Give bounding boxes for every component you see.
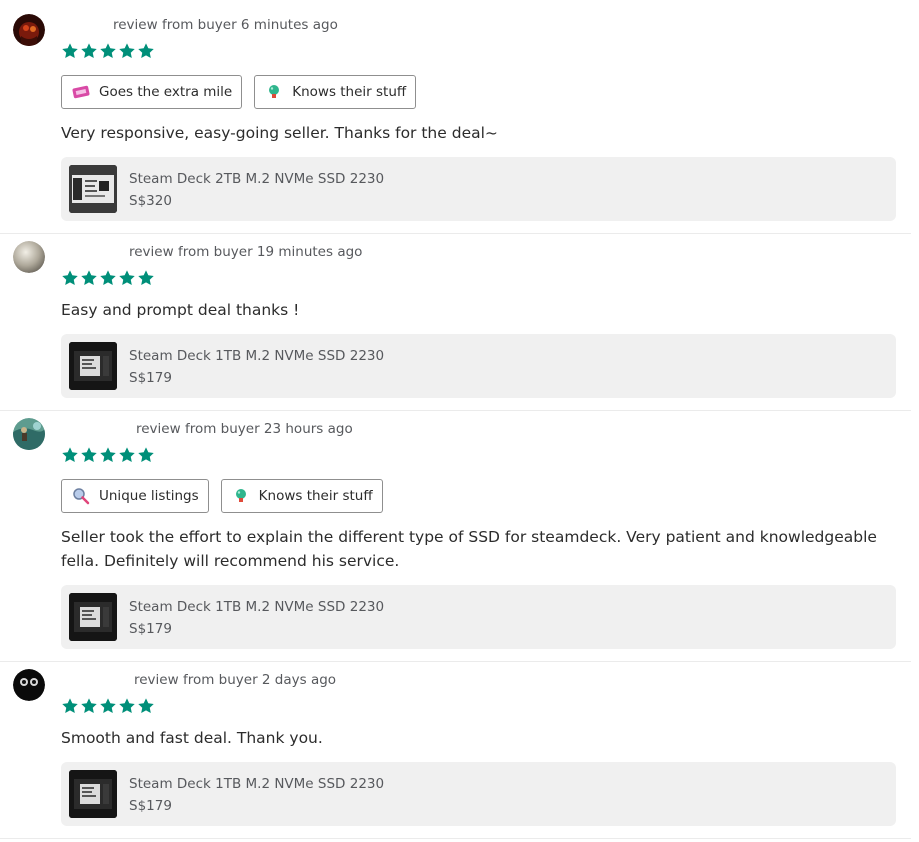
- star-icon: [137, 42, 155, 60]
- listing-title: Steam Deck 1TB M.2 NVMe SSD 2230: [129, 599, 385, 615]
- star-rating: [61, 42, 155, 60]
- star-rating: [61, 446, 155, 464]
- listing-price: S$179: [129, 621, 172, 637]
- star-icon: [80, 42, 98, 60]
- star-icon: [61, 446, 79, 464]
- review-comment: Seller took the effort to explain the di…: [61, 528, 877, 570]
- star-icon: [80, 697, 98, 715]
- magnifier-icon: [71, 486, 91, 506]
- star-icon: [61, 269, 79, 287]
- star-icon: [99, 446, 117, 464]
- listing-card[interactable]: Steam Deck 1TB M.2 NVMe SSD 2230 S$179: [61, 585, 896, 649]
- review-item: review from buyer 19 minutes ago Easy an…: [0, 241, 911, 411]
- tag-label: Knows their stuff: [258, 488, 373, 504]
- avatar[interactable]: [13, 669, 45, 701]
- star-icon: [118, 446, 136, 464]
- review-comment: Smooth and fast deal. Thank you.: [61, 729, 323, 747]
- star-rating: [61, 697, 155, 715]
- lightbulb-icon: [231, 486, 251, 506]
- listing-thumbnail: [69, 770, 117, 818]
- tag-label: Unique listings: [99, 488, 199, 504]
- review-tags: Goes the extra mile Knows their stuff: [61, 75, 417, 109]
- star-icon: [61, 697, 79, 715]
- avatar[interactable]: [13, 418, 45, 450]
- listing-title: Steam Deck 1TB M.2 NVMe SSD 2230: [129, 776, 385, 792]
- star-icon: [99, 42, 117, 60]
- review-item: review from buyer 6 minutes ago Goes the…: [0, 14, 911, 234]
- listing-title: Steam Deck 1TB M.2 NVMe SSD 2230: [129, 348, 385, 364]
- star-icon: [137, 446, 155, 464]
- star-icon: [118, 697, 136, 715]
- listing-thumbnail: [69, 165, 117, 213]
- review-header: review from buyer 23 hours ago: [136, 421, 353, 437]
- listing-thumbnail: [69, 593, 117, 641]
- tag-knows-their-stuff: Knows their stuff: [220, 479, 383, 513]
- review-tags: Unique listings Knows their stuff: [61, 479, 383, 513]
- review-comment: Easy and prompt deal thanks !: [61, 301, 300, 319]
- tag-goes-extra-mile: Goes the extra mile: [61, 75, 243, 109]
- tag-unique-listings: Unique listings: [61, 479, 209, 513]
- review-header: review from buyer 19 minutes ago: [129, 244, 363, 260]
- listing-thumbnail: [69, 342, 117, 390]
- star-icon: [137, 269, 155, 287]
- avatar[interactable]: [13, 14, 45, 46]
- review-comment: Very responsive, easy-going seller. Than…: [61, 124, 498, 142]
- star-icon: [61, 42, 79, 60]
- listing-card[interactable]: Steam Deck 2TB M.2 NVMe SSD 2230 S$320: [61, 157, 896, 221]
- star-icon: [137, 697, 155, 715]
- tag-knows-their-stuff: Knows their stuff: [254, 75, 417, 109]
- review-item: review from buyer 23 hours ago Unique li…: [0, 418, 911, 662]
- tag-label: Knows their stuff: [292, 84, 407, 100]
- avatar[interactable]: [13, 241, 45, 273]
- listing-price: S$179: [129, 798, 172, 814]
- listing-price: S$179: [129, 370, 172, 386]
- star-icon: [80, 269, 98, 287]
- review-header: review from buyer 2 days ago: [134, 672, 337, 688]
- star-rating: [61, 269, 155, 287]
- star-icon: [118, 269, 136, 287]
- tag-label: Goes the extra mile: [99, 84, 233, 100]
- lightbulb-icon: [264, 82, 284, 102]
- star-icon: [99, 269, 117, 287]
- listing-title: Steam Deck 2TB M.2 NVMe SSD 2230: [129, 171, 385, 187]
- review-header: review from buyer 6 minutes ago: [113, 17, 338, 33]
- ticket-icon: [71, 82, 91, 102]
- star-icon: [99, 697, 117, 715]
- listing-card[interactable]: Steam Deck 1TB M.2 NVMe SSD 2230 S$179: [61, 334, 896, 398]
- listing-card[interactable]: Steam Deck 1TB M.2 NVMe SSD 2230 S$179: [61, 762, 896, 826]
- star-icon: [118, 42, 136, 60]
- listing-price: S$320: [129, 193, 172, 209]
- review-item: review from buyer 2 days ago Smooth and …: [0, 669, 911, 839]
- star-icon: [80, 446, 98, 464]
